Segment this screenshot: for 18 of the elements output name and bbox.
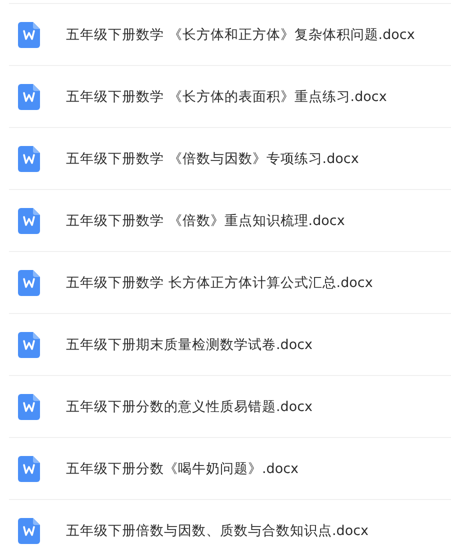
document-icon [18, 146, 40, 172]
file-name[interactable]: 五年级下册分数的意义性质易错题.docx [66, 398, 313, 416]
file-name[interactable]: 五年级下册倍数与因数、质数与合数知识点.docx [66, 522, 369, 540]
document-icon [18, 456, 40, 482]
file-name[interactable]: 五年级下册数学 《长方体和正方体》复杂体积问题.docx [66, 26, 415, 44]
file-name[interactable]: 五年级下册数学 《长方体的表面积》重点练习.docx [66, 88, 387, 106]
document-icon [18, 84, 40, 110]
file-name[interactable]: 五年级下册数学 长方体正方体计算公式汇总.docx [66, 274, 373, 292]
document-icon [18, 394, 40, 420]
file-name[interactable]: 五年级下册数学 《倍数与因数》专项练习.docx [66, 150, 359, 168]
document-icon [18, 332, 40, 358]
document-icon [18, 208, 40, 234]
file-name[interactable]: 五年级下册期末质量检测数学试卷.docx [66, 336, 313, 354]
file-name[interactable]: 五年级下册分数《喝牛奶问题》.docx [66, 460, 299, 478]
file-name[interactable]: 五年级下册数学 《倍数》重点知识梳理.docx [66, 212, 345, 230]
document-icon [18, 518, 40, 544]
document-icon [18, 22, 40, 48]
document-icon [18, 270, 40, 296]
